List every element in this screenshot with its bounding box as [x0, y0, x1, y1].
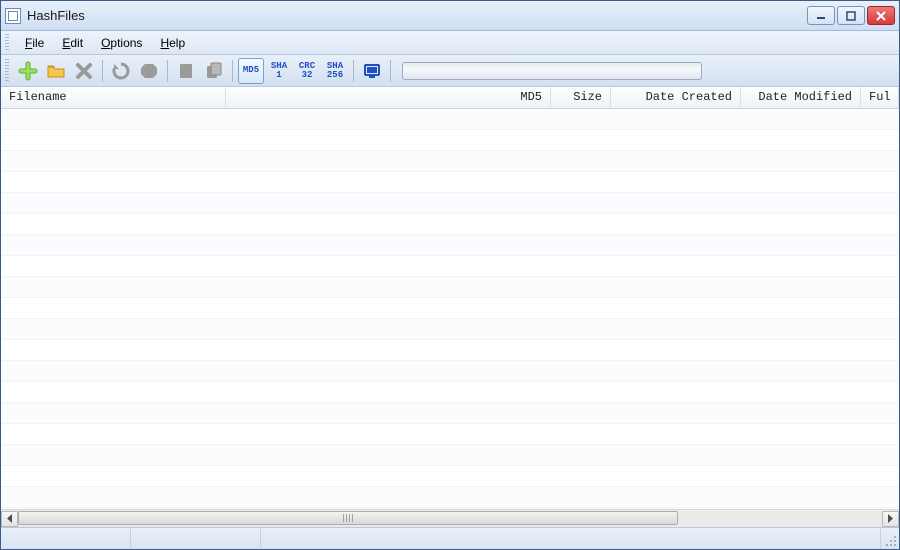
table-row: [1, 193, 899, 214]
copy-hash-button[interactable]: [173, 58, 199, 84]
sha1-button[interactable]: SHA 1: [266, 58, 292, 84]
column-filename[interactable]: Filename: [1, 87, 226, 108]
menu-bar: File Edit Options Help: [1, 31, 899, 55]
progress-bar: [402, 62, 702, 80]
table-row: [1, 298, 899, 319]
add-file-button[interactable]: [15, 58, 41, 84]
status-cell: [1, 528, 131, 549]
table-row: [1, 403, 899, 424]
table-row: [1, 361, 899, 382]
status-cell: [261, 528, 881, 549]
table-row: [1, 172, 899, 193]
table-row: [1, 340, 899, 361]
grip-icon: [885, 535, 897, 547]
menu-edit[interactable]: Edit: [54, 33, 91, 53]
app-icon: [5, 8, 21, 24]
status-cell: [131, 528, 261, 549]
table-row: [1, 214, 899, 235]
view-mode-button[interactable]: [359, 58, 385, 84]
folder-icon: [46, 61, 66, 81]
table-row: [1, 487, 899, 508]
status-bar: [1, 527, 899, 549]
horizontal-scrollbar: [1, 509, 899, 527]
column-date-created[interactable]: Date Created: [611, 87, 741, 108]
column-md5[interactable]: MD5: [226, 87, 551, 108]
table-row: [1, 109, 899, 130]
table-row: [1, 151, 899, 172]
menu-help[interactable]: Help: [152, 33, 193, 53]
column-size[interactable]: Size: [551, 87, 611, 108]
window-controls: [807, 6, 895, 25]
table-row: [1, 277, 899, 298]
chevron-left-icon: [6, 514, 13, 523]
title-bar: HashFiles: [1, 1, 899, 31]
minimize-icon: [816, 11, 826, 21]
stop-icon: [139, 61, 159, 81]
close-button[interactable]: [867, 6, 895, 25]
chevron-right-icon: [887, 514, 894, 523]
minimize-button[interactable]: [807, 6, 835, 25]
stop-button[interactable]: [136, 58, 162, 84]
table-body[interactable]: [1, 109, 899, 509]
table-row: [1, 466, 899, 487]
toolbar: MD5 SHA 1 CRC 32 SHA 256: [1, 55, 899, 87]
column-full-path[interactable]: Ful: [861, 87, 899, 108]
open-folder-button[interactable]: [43, 58, 69, 84]
toolbar-separator: [167, 60, 168, 82]
remove-button[interactable]: [71, 58, 97, 84]
md5-button[interactable]: MD5: [238, 58, 264, 84]
documents-icon: [204, 61, 224, 81]
scroll-right-button[interactable]: [882, 511, 899, 527]
table-header: Filename MD5 Size Date Created Date Modi…: [1, 87, 899, 109]
table-row: [1, 235, 899, 256]
crc32-button[interactable]: CRC 32: [294, 58, 320, 84]
table-row: [1, 130, 899, 151]
maximize-icon: [846, 11, 856, 21]
document-icon: [176, 61, 196, 81]
app-window: HashFiles File Edit Options Help: [0, 0, 900, 550]
table-row: [1, 256, 899, 277]
toolbar-separator: [390, 60, 391, 82]
maximize-button[interactable]: [837, 6, 865, 25]
column-date-modified[interactable]: Date Modified: [741, 87, 861, 108]
table-rows: [1, 109, 899, 509]
toolbar-separator: [353, 60, 354, 82]
refresh-icon: [111, 61, 131, 81]
table-row: [1, 382, 899, 403]
copy-all-button[interactable]: [201, 58, 227, 84]
scrollbar-thumb[interactable]: [18, 511, 678, 525]
resize-grip[interactable]: [881, 528, 899, 549]
table-row: [1, 424, 899, 445]
scroll-left-button[interactable]: [1, 511, 18, 527]
menu-options[interactable]: Options: [93, 33, 150, 53]
table-row: [1, 319, 899, 340]
toolbar-separator: [232, 60, 233, 82]
close-icon: [876, 11, 886, 21]
menu-file[interactable]: File: [17, 33, 52, 53]
toolbar-separator: [102, 60, 103, 82]
refresh-button[interactable]: [108, 58, 134, 84]
monitor-icon: [362, 61, 382, 81]
sha256-button[interactable]: SHA 256: [322, 58, 348, 84]
plus-icon: [18, 61, 38, 81]
x-icon: [74, 61, 94, 81]
window-title: HashFiles: [27, 8, 807, 23]
scrollbar-track[interactable]: [18, 511, 882, 527]
table-row: [1, 445, 899, 466]
